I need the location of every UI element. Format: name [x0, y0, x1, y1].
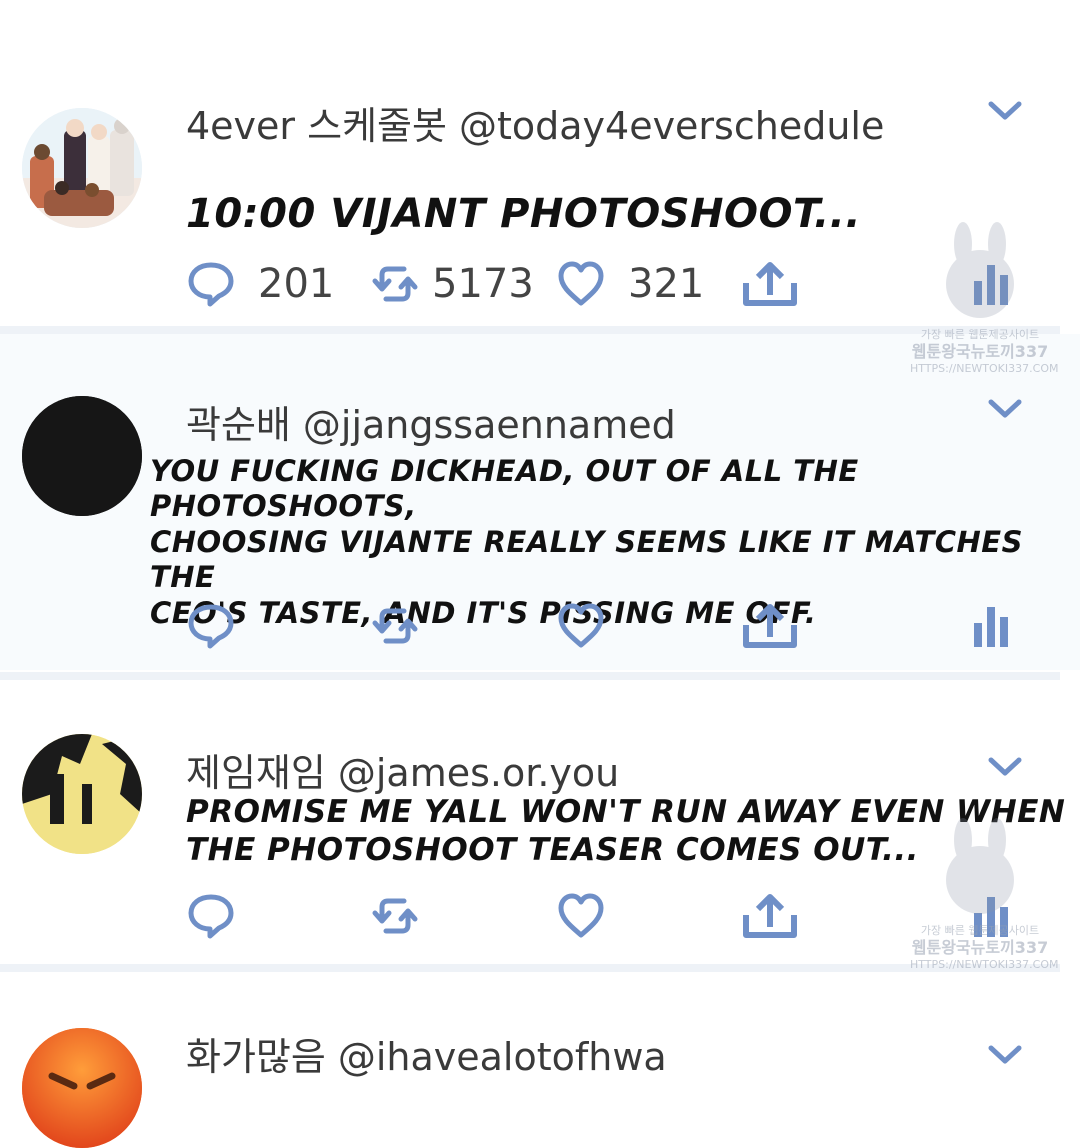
- retweet-button[interactable]: [370, 886, 420, 946]
- tweet-3[interactable]: 제임재임 @james.or.you PROMISE ME YALL WON'T …: [0, 680, 1080, 964]
- avatar[interactable]: [22, 108, 142, 228]
- share-button[interactable]: [742, 254, 798, 314]
- share-icon: [743, 894, 797, 938]
- tweet-divider: [0, 326, 1060, 334]
- display-name[interactable]: 제임재임: [186, 751, 326, 795]
- tweet-divider: [0, 964, 1060, 972]
- heart-icon: [558, 603, 604, 648]
- tweet-4[interactable]: 화가많음 @ihavealotofhwa: [0, 972, 1080, 1148]
- like-button[interactable]: 321: [556, 254, 704, 314]
- tweet-text: 10:00 VIJANT PHOTOSHOOT...: [186, 191, 862, 237]
- tweet-actions: [0, 596, 1080, 656]
- tweet-1[interactable]: 4ever 스케줄봇 @today4everschedule 10:00 VIJA…: [0, 0, 1080, 330]
- group-illustration-avatar: [22, 108, 142, 228]
- reply-button[interactable]: 201: [186, 254, 334, 314]
- retweet-icon: [372, 898, 418, 934]
- watermark: 가장 빠른 웹툰제공사이트 웹툰왕국뉴토끼337 HTTPS://NEWTOKI…: [910, 328, 1059, 376]
- avatar[interactable]: [22, 1028, 142, 1148]
- tweet-text-line: CHOOSING VIJANTE REALLY SEEMS LIKE IT MA…: [150, 524, 1023, 595]
- analytics-icon: [974, 607, 1008, 647]
- retweet-button[interactable]: [370, 596, 420, 656]
- retweet-button[interactable]: 5173: [370, 254, 534, 314]
- watermark-bunny-icon: [946, 222, 1014, 318]
- avatar[interactable]: [22, 734, 142, 854]
- handle[interactable]: @ihavealotofhwa: [338, 1035, 667, 1079]
- watermark-line: 가장 빠른 웹툰제공사이트: [920, 924, 1040, 937]
- like-button[interactable]: [556, 596, 606, 656]
- watermark-title: 웹툰왕국뉴토끼337: [911, 341, 1049, 361]
- chevron-down-icon[interactable]: [988, 100, 1022, 122]
- chevron-down-icon[interactable]: [988, 398, 1022, 420]
- tweet-text-line: YOU FUCKING DICKHEAD, OUT OF ALL THE PHO…: [150, 454, 859, 524]
- like-button[interactable]: [556, 886, 606, 946]
- reply-icon: [188, 262, 234, 307]
- reply-button[interactable]: [186, 886, 236, 946]
- reply-button[interactable]: [186, 596, 236, 656]
- watermark-bunny-icon: [946, 818, 1014, 914]
- tweet-2[interactable]: 곽순배 @jjangssaennamed YOU FUCKING DICKHEAD…: [0, 334, 1080, 670]
- share-icon: [743, 262, 797, 306]
- like-count: 321: [628, 261, 705, 307]
- handle[interactable]: @james.or.you: [338, 751, 619, 795]
- black-circle-avatar: [22, 396, 142, 516]
- share-button[interactable]: [742, 886, 798, 946]
- watermark-title: 웹툰왕국뉴토끼337: [911, 937, 1049, 957]
- handle[interactable]: @today4everschedule: [459, 104, 884, 148]
- author-line: 곽순배 @jjangssaennamed: [186, 394, 688, 449]
- author-line: 4ever 스케줄봇 @today4everschedule: [186, 95, 896, 150]
- reply-icon: [188, 604, 234, 649]
- analytics-button[interactable]: [972, 596, 1012, 656]
- retweet-icon: [372, 266, 418, 302]
- yellow-black-avatar: [22, 734, 142, 854]
- retweet-icon: [372, 608, 418, 644]
- watermark-url: HTTPS://NEWTOKI337.COM: [910, 957, 1059, 971]
- retweet-count: 5173: [432, 261, 534, 307]
- reply-count: 201: [258, 261, 335, 307]
- chevron-down-icon[interactable]: [988, 1044, 1022, 1066]
- heart-icon: [558, 261, 604, 306]
- reply-icon: [188, 894, 234, 939]
- display-name[interactable]: 화가많음: [186, 1035, 326, 1079]
- share-button[interactable]: [742, 596, 798, 656]
- share-icon: [743, 604, 797, 648]
- watermark: 가장 빠른 웹툰제공사이트 웹툰왕국뉴토끼337 HTTPS://NEWTOKI…: [910, 924, 1059, 972]
- display-name[interactable]: 곽순배: [186, 403, 291, 447]
- tweet-divider: [0, 672, 1060, 680]
- chevron-down-icon[interactable]: [988, 756, 1022, 778]
- angry-emoji-avatar: [22, 1028, 142, 1148]
- tweet-actions: 201 5173 321: [0, 254, 1080, 314]
- avatar[interactable]: [22, 396, 142, 516]
- author-line: 화가많음 @ihavealotofhwa: [186, 1026, 679, 1081]
- handle[interactable]: @jjangssaennamed: [303, 403, 676, 447]
- watermark-line: 가장 빠른 웹툰제공사이트: [920, 328, 1040, 341]
- heart-icon: [558, 893, 604, 938]
- author-line: 제임재임 @james.or.you: [186, 742, 631, 797]
- watermark-url: HTTPS://NEWTOKI337.COM: [910, 361, 1059, 375]
- display-name[interactable]: 4ever 스케줄봇: [186, 104, 447, 148]
